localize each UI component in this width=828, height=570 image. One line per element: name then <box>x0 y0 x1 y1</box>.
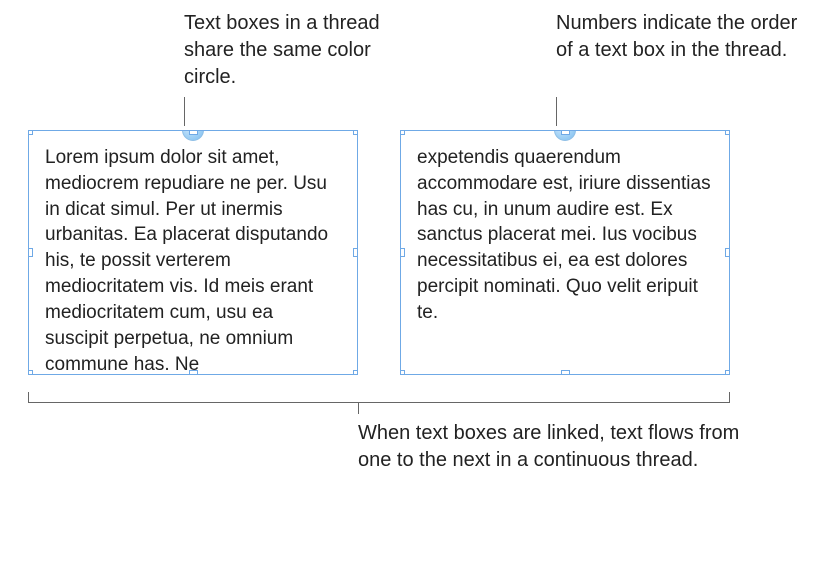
resize-handle[interactable] <box>561 130 570 135</box>
callout-bracket <box>28 392 730 410</box>
resize-handle[interactable] <box>561 370 570 375</box>
textbox-content: Lorem ipsum dolor sit amet, mediocrem re… <box>45 147 328 375</box>
resize-handle[interactable] <box>725 370 730 375</box>
resize-handle[interactable] <box>189 130 198 135</box>
lead-line <box>556 97 557 126</box>
linked-textbox-2[interactable]: 2 expetendis quaerendum accommodare est,… <box>400 130 730 375</box>
resize-handle[interactable] <box>400 370 405 375</box>
resize-handle[interactable] <box>28 248 33 257</box>
resize-handle[interactable] <box>400 248 405 257</box>
resize-handle[interactable] <box>725 248 730 257</box>
resize-handle[interactable] <box>353 370 358 375</box>
resize-handle[interactable] <box>28 370 33 375</box>
resize-handle[interactable] <box>725 130 730 135</box>
resize-handle[interactable] <box>353 248 358 257</box>
resize-handle[interactable] <box>353 130 358 135</box>
callout-linked-flow: When text boxes are linked, text flows f… <box>358 420 768 474</box>
lead-line <box>184 97 185 126</box>
resize-handle[interactable] <box>28 130 33 135</box>
callout-thread-color: Text boxes in a thread share the same co… <box>184 10 414 91</box>
resize-handle[interactable] <box>400 130 405 135</box>
resize-handle[interactable] <box>189 370 198 375</box>
textbox-content: expetendis quaerendum accommodare est, i… <box>417 147 711 323</box>
callout-thread-order: Numbers indicate the order of a text box… <box>556 10 816 64</box>
linked-textbox-1[interactable]: 1 Lorem ipsum dolor sit amet, mediocrem … <box>28 130 358 375</box>
